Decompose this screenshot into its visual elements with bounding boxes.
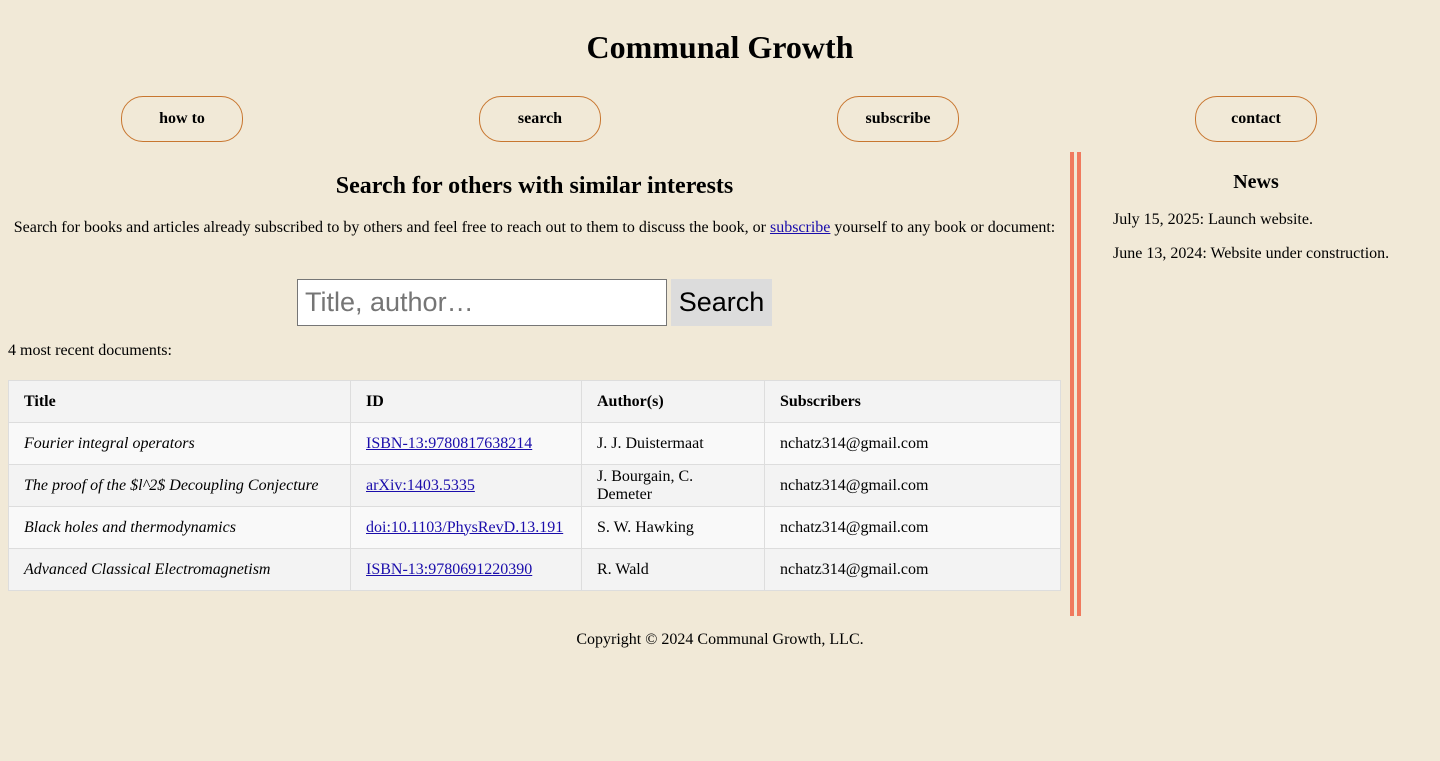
intro-subscribe-link[interactable]: subscribe [770, 219, 830, 236]
recent-documents-table: Title ID Author(s) Subscribers Fourier i… [8, 380, 1061, 591]
document-title: Advanced Classical Electromagnetism [8, 548, 351, 591]
document-subscribers: nchatz314@gmail.com [764, 506, 1061, 549]
document-title: Fourier integral operators [8, 422, 351, 465]
column-header-title[interactable]: Title [8, 380, 351, 423]
search-input[interactable] [297, 279, 667, 326]
table-header-row: Title ID Author(s) Subscribers [8, 380, 1061, 423]
nav-subscribe-button[interactable]: subscribe [837, 96, 959, 142]
sidebar-divider [1070, 152, 1081, 616]
search-heading: Search for others with similar interests [335, 173, 734, 199]
intro-text-after: yourself to any book or document: [830, 219, 1056, 236]
document-authors: J. Bourgain, C. Demeter [581, 464, 765, 507]
search-button[interactable]: Search [671, 279, 772, 326]
document-authors: R. Wald [581, 548, 765, 591]
document-subscribers: nchatz314@gmail.com [764, 548, 1061, 591]
document-id-link[interactable]: ISBN-13:9780817638214 [366, 435, 532, 452]
search-form: Search [297, 279, 772, 326]
news-item: July 15, 2025: Launch website. [1113, 211, 1313, 228]
recent-documents-label: 4 most recent documents: [8, 342, 172, 359]
intro-text-before: Search for books and articles already su… [13, 219, 770, 236]
news-item: June 13, 2024: Website under constructio… [1113, 245, 1390, 262]
site-title: Communal Growth [586, 29, 854, 65]
document-authors: S. W. Hawking [581, 506, 765, 549]
search-intro: Search for books and articles already su… [0, 217, 1069, 239]
table-row: Black holes and thermodynamics doi:10.11… [8, 506, 1061, 549]
document-subscribers: nchatz314@gmail.com [764, 422, 1061, 465]
nav-contact-button[interactable]: contact [1195, 96, 1317, 142]
document-authors: J. J. Duistermaat [581, 422, 765, 465]
document-id-cell: arXiv:1403.5335 [350, 464, 582, 507]
document-id-link[interactable]: doi:10.1103/PhysRevD.13.191 [366, 519, 563, 536]
document-id-cell: ISBN-13:9780691220390 [350, 548, 582, 591]
document-title: Black holes and thermodynamics [8, 506, 351, 549]
column-header-subscribers[interactable]: Subscribers [764, 380, 1061, 423]
document-subscribers: nchatz314@gmail.com [764, 464, 1061, 507]
column-header-authors[interactable]: Author(s) [581, 380, 765, 423]
document-id-cell: doi:10.1103/PhysRevD.13.191 [350, 506, 582, 549]
document-id-link[interactable]: arXiv:1403.5335 [366, 477, 475, 494]
document-title: The proof of the $l^2$ Decoupling Conjec… [8, 464, 351, 507]
nav-search-button[interactable]: search [479, 96, 601, 142]
footer-copyright: Copyright © 2024 Communal Growth, LLC. [576, 631, 864, 648]
table-row: Fourier integral operators ISBN-13:97808… [8, 422, 1061, 465]
column-header-id[interactable]: ID [350, 380, 582, 423]
document-id-link[interactable]: ISBN-13:9780691220390 [366, 561, 532, 578]
news-heading: News [1233, 171, 1279, 193]
table-row: Advanced Classical Electromagnetism ISBN… [8, 548, 1061, 591]
table-row: The proof of the $l^2$ Decoupling Conjec… [8, 464, 1061, 507]
document-id-cell: ISBN-13:9780817638214 [350, 422, 582, 465]
nav-how-to-button[interactable]: how to [121, 96, 243, 142]
